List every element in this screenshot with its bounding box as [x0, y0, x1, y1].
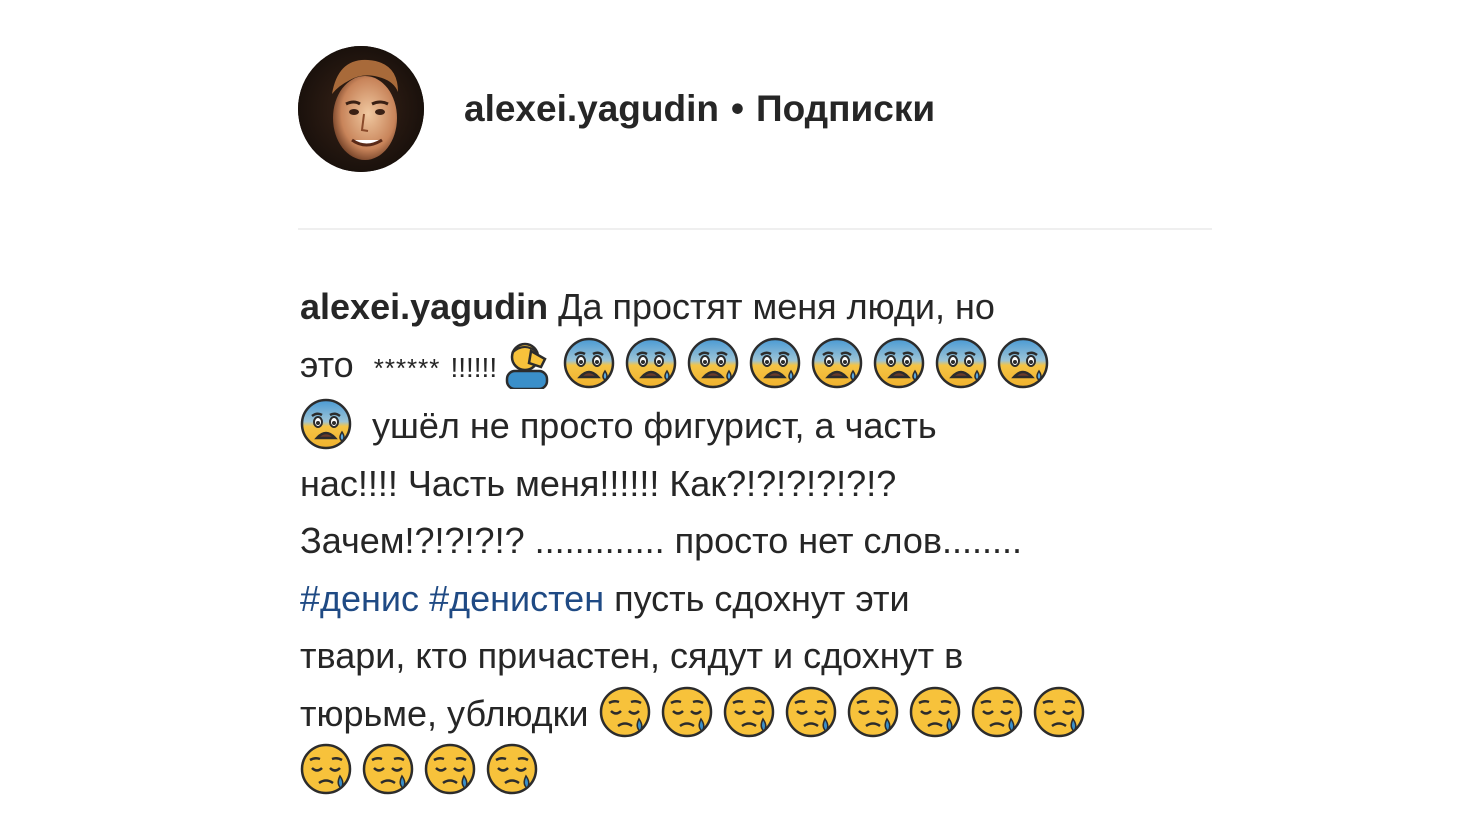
- caption-text-line3: ушёл не просто фигурист, а часть: [362, 405, 937, 446]
- fearful-face-emoji-icon: [811, 337, 863, 389]
- caption-text-line2: это: [300, 343, 354, 385]
- sleepy-face-emoji-icon: [723, 686, 775, 738]
- sleepy-face-emoji-icon: [300, 743, 352, 795]
- sleepy-face-emoji-icon: [971, 686, 1023, 738]
- hashtag-link-denisten[interactable]: #денистен: [429, 578, 604, 619]
- fearful-face-emoji-icon: [563, 337, 615, 389]
- caption-text-line8: тюрьме, ублюдки: [300, 692, 599, 734]
- fearful-face-emoji-icon: [873, 337, 925, 389]
- caption-text-line4: нас!!!! Часть меня!!!!!! Как?!?!?!?!?!?: [300, 462, 897, 504]
- fearful-face-emoji-icon: [997, 337, 1049, 389]
- header-separator: •: [731, 88, 744, 129]
- caption-censored-text: ******: [373, 352, 441, 383]
- facepalm-emoji-icon: [501, 337, 553, 389]
- header-text: alexei.yagudin • Подписки: [464, 88, 935, 130]
- fearful-face-emoji-icon: [687, 337, 739, 389]
- fearful-face-emoji-icon: [749, 337, 801, 389]
- post-caption: alexei.yagudin Да простят меня люди, но …: [300, 278, 1160, 800]
- post-header: alexei.yagudin • Подписки: [298, 46, 935, 172]
- caption-text-line7: твари, кто причастен, сядут и сдохнут в: [300, 635, 964, 676]
- caption-exclamations: !!!!!!: [450, 351, 498, 383]
- hashtag-link-denis[interactable]: #денис: [300, 578, 419, 619]
- caption-text-line5: Зачем!?!?!?!? ............. просто нет с…: [300, 520, 1023, 561]
- caption-text-line1: Да простят меня люди, но: [548, 286, 995, 327]
- sleepy-face-emoji-icon: [847, 686, 899, 738]
- header-divider: [298, 228, 1212, 230]
- header-username[interactable]: alexei.yagudin: [464, 88, 719, 129]
- sleepy-face-emoji-icon: [486, 743, 538, 795]
- following-button[interactable]: Подписки: [756, 88, 935, 129]
- fearful-face-emoji-icon: [935, 337, 987, 389]
- sleepy-face-emoji-icon: [362, 743, 414, 795]
- sleepy-face-emoji-icon: [909, 686, 961, 738]
- fearful-face-emoji-icon: [300, 398, 352, 450]
- sleepy-face-emoji-icon: [599, 686, 651, 738]
- avatar[interactable]: [298, 46, 424, 172]
- caption-text-line6: пусть сдохнут эти: [604, 577, 910, 619]
- sleepy-face-emoji-icon: [424, 743, 476, 795]
- sleepy-face-emoji-icon: [661, 686, 713, 738]
- sleepy-face-emoji-icon: [785, 686, 837, 738]
- sleepy-face-emoji-icon: [1033, 686, 1085, 738]
- caption-username[interactable]: alexei.yagudin: [300, 286, 548, 327]
- fearful-face-emoji-icon: [625, 337, 677, 389]
